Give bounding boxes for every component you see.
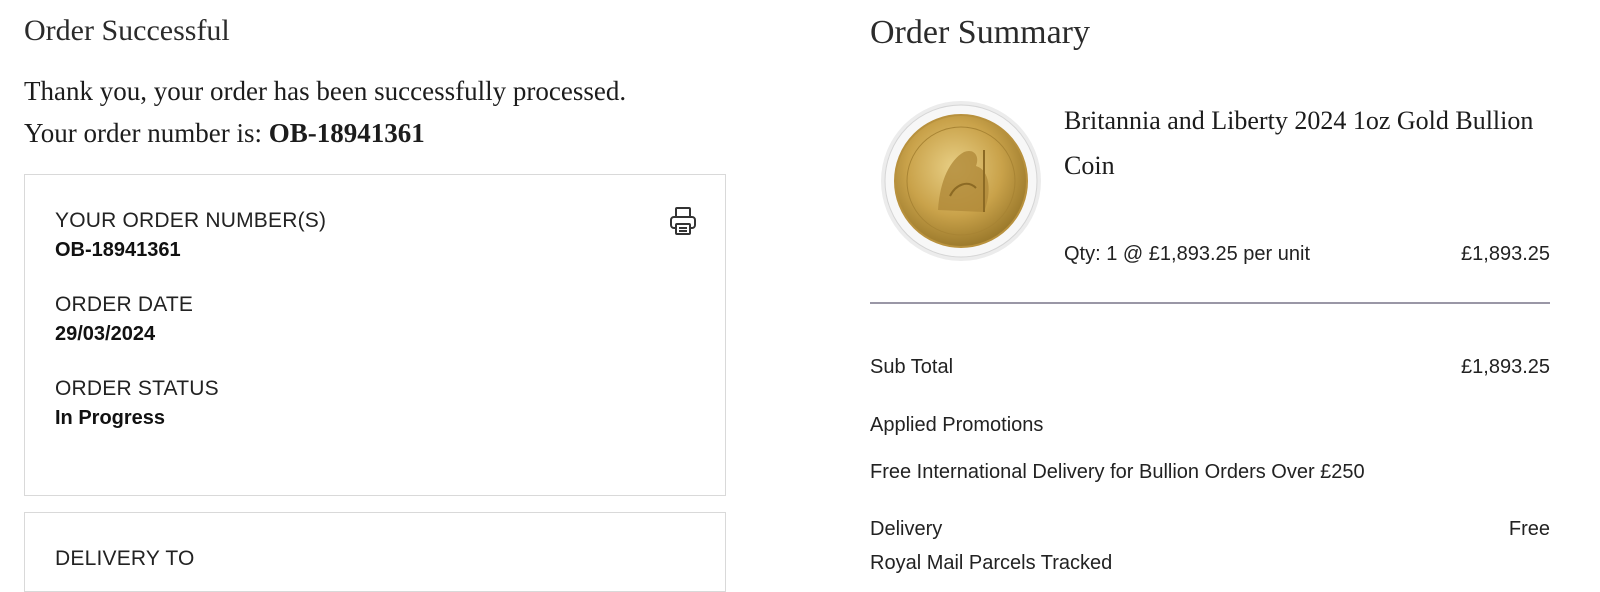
promotion-item: Free International Delivery for Bullion … (870, 461, 1550, 484)
promotions-label: Applied Promotions (870, 414, 1044, 436)
page-title: Order Successful (24, 14, 230, 47)
promotion-text: Free International Delivery for Bullion … (870, 461, 1365, 483)
order-date-label: ORDER DATE (55, 293, 194, 316)
delivery-to-label: DELIVERY TO (55, 547, 195, 570)
product-line-price: £1,893.25 (1461, 243, 1550, 265)
order-numbers-value: OB-18941361 (55, 239, 181, 261)
subtotal-row: Sub Total £1,893.25 (870, 356, 1550, 379)
order-number-line: Your order number is: OB-18941361 (24, 118, 425, 149)
order-summary-title: Order Summary (870, 14, 1091, 51)
printer-icon[interactable] (667, 205, 699, 237)
delivery-value: Free (1508, 518, 1550, 540)
order-number: OB-18941361 (268, 118, 425, 148)
order-date-value: 29/03/2024 (55, 323, 156, 345)
product-qty: Qty: 1 @ £1,893.25 per unit (1064, 243, 1311, 265)
gold-coin-image (880, 100, 1042, 262)
delivery-method: Royal Mail Parcels Tracked (870, 552, 1113, 574)
delivery-label: Delivery (870, 518, 943, 540)
thank-you-message: Thank you, your order has been successfu… (24, 76, 627, 106)
order-status-value: In Progress (55, 407, 166, 429)
order-status-label: ORDER STATUS (55, 377, 219, 400)
order-number-prefix: Your order number is: (24, 118, 269, 148)
delivery-to-field: DELIVERY TO (55, 547, 195, 571)
summary-divider (870, 302, 1550, 304)
order-numbers-field: YOUR ORDER NUMBER(S) OB-18941361 (55, 209, 326, 262)
product-name[interactable]: Britannia and Liberty 2024 1oz Gold Bull… (1064, 98, 1534, 188)
order-details-card: YOUR ORDER NUMBER(S) OB-18941361 ORDER D… (24, 174, 726, 496)
delivery-method-row: Royal Mail Parcels Tracked (870, 552, 1550, 575)
order-date-field: ORDER DATE 29/03/2024 (55, 293, 193, 346)
subtotal-label: Sub Total (870, 356, 954, 378)
delivery-row: Delivery Free (870, 518, 1550, 541)
delivery-card: DELIVERY TO (24, 512, 726, 592)
order-numbers-label: YOUR ORDER NUMBER(S) (55, 209, 327, 232)
order-status-field: ORDER STATUS In Progress (55, 377, 219, 430)
promotions-row: Applied Promotions (870, 414, 1550, 437)
subtotal-value: £1,893.25 (1461, 356, 1550, 378)
